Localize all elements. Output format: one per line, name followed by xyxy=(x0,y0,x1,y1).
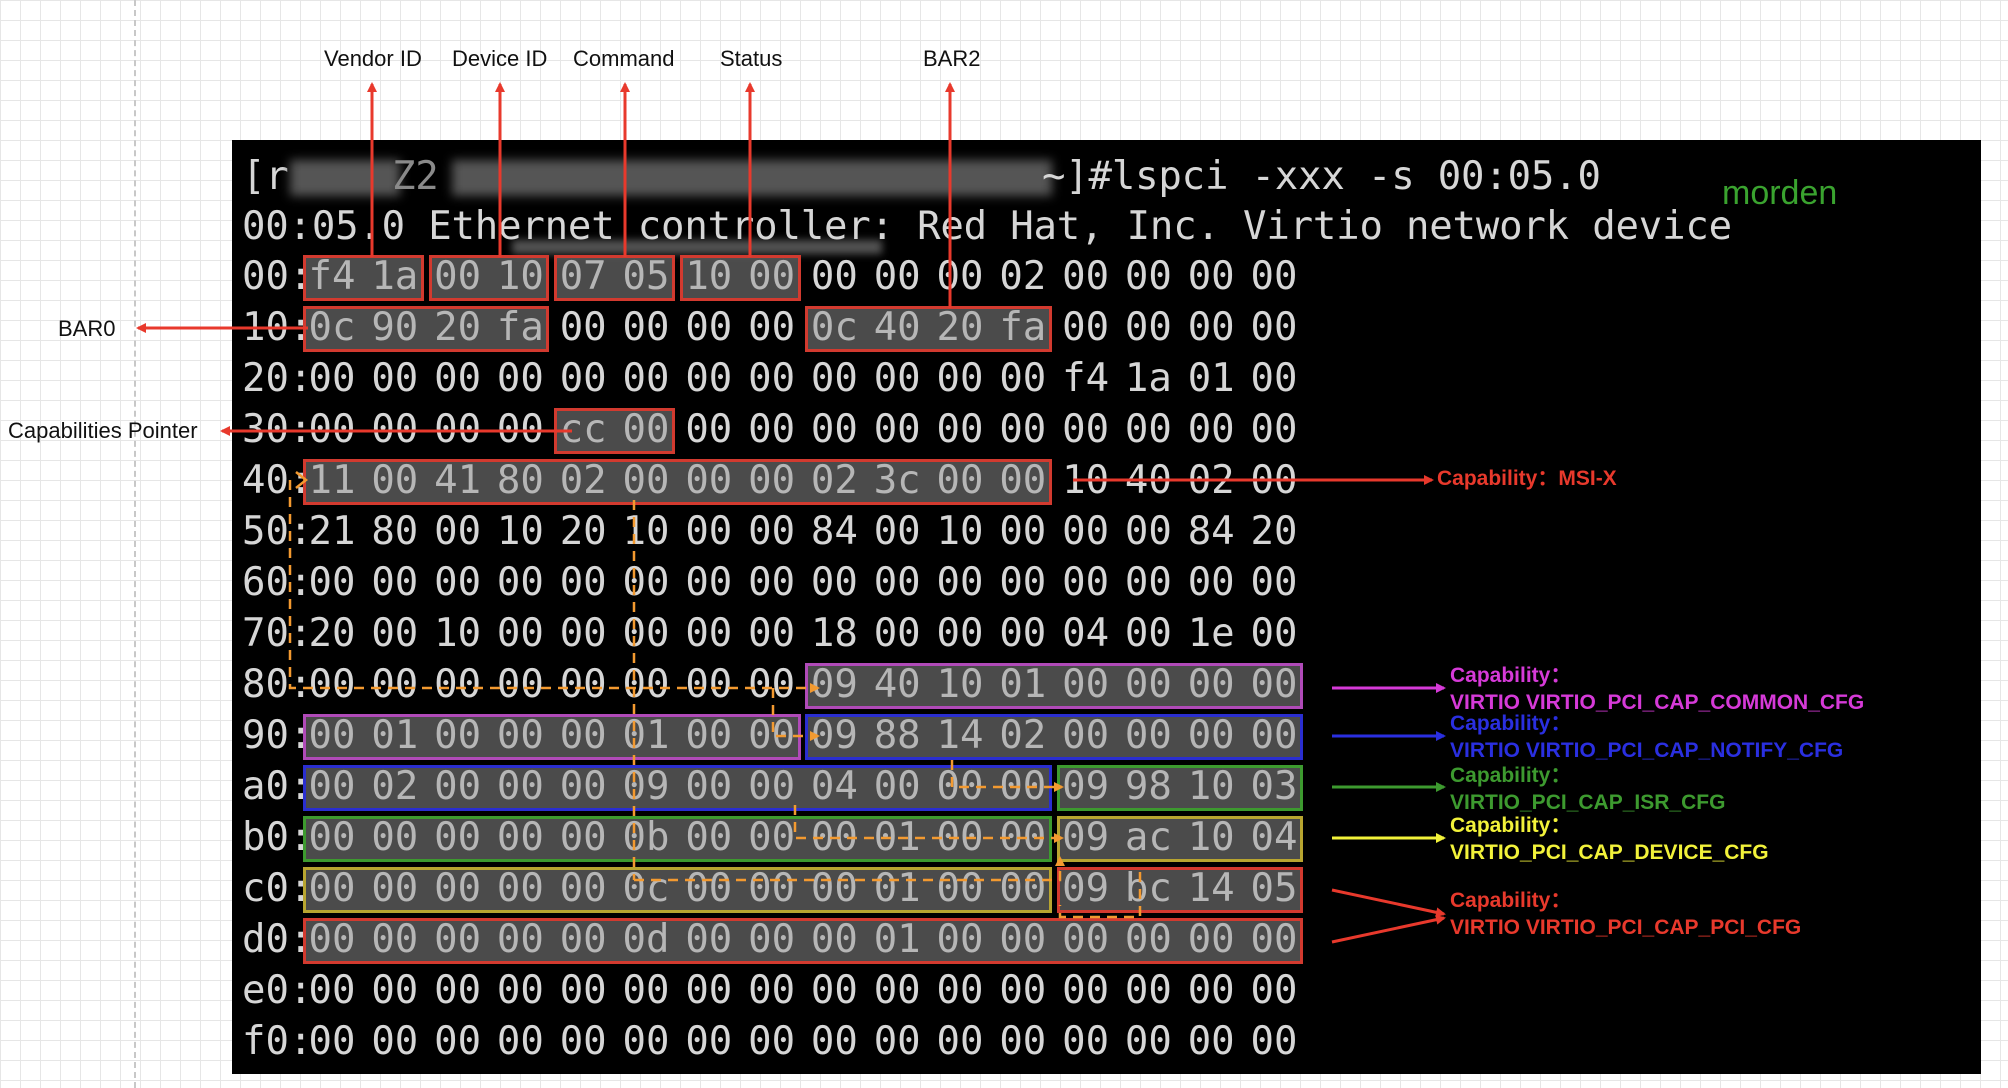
cap-chain-b0-c0 xyxy=(793,805,1064,843)
cap-chain-d0-side xyxy=(1058,872,1142,919)
cap-chain-a0-b0 xyxy=(950,760,1064,792)
annotation-arrows xyxy=(136,82,1446,944)
pci-arrow-upper xyxy=(1331,888,1446,918)
cap-chain-c0-d0 xyxy=(634,856,1065,882)
cap-chain-90-a0 xyxy=(771,688,820,741)
msix-entry-marker xyxy=(295,471,309,489)
pci-arrow-lower xyxy=(1331,914,1446,944)
cap-chain-40-80 xyxy=(288,480,820,693)
